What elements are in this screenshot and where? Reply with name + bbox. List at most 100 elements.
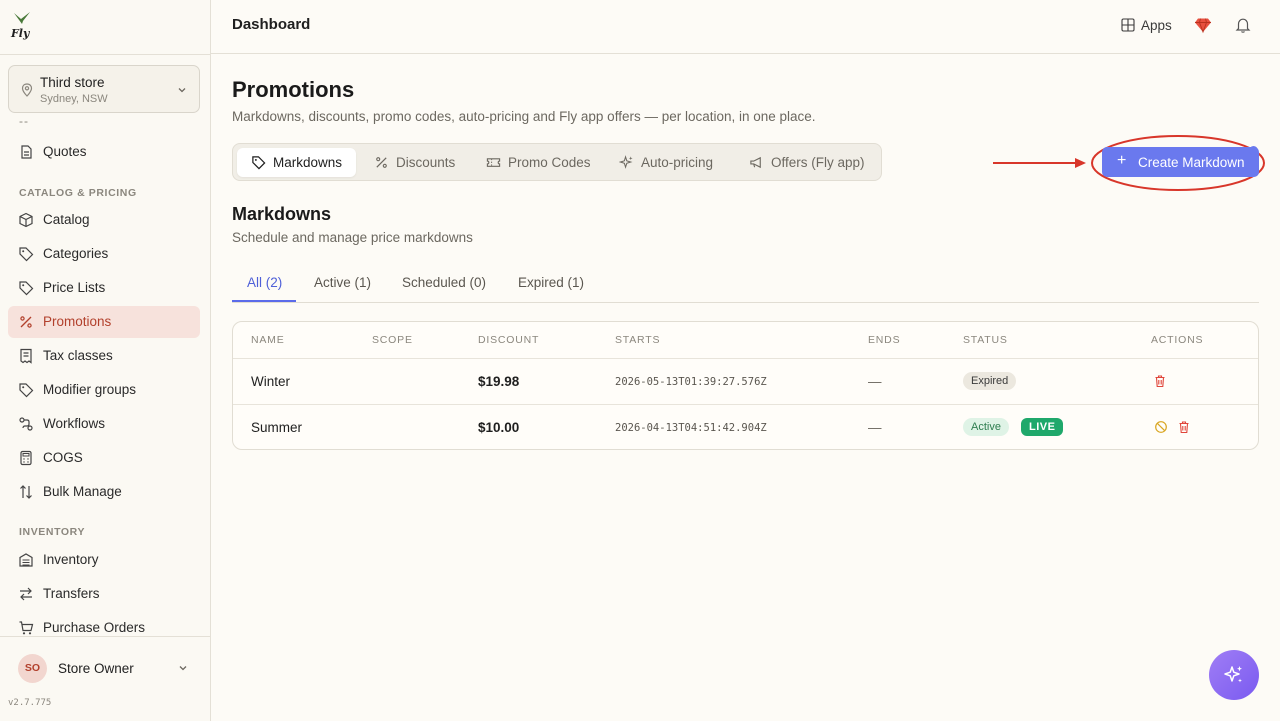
filter-tab-all[interactable]: All (2) [247, 275, 282, 290]
sort-icon [20, 485, 32, 499]
store-location: Sydney, NSW [40, 93, 108, 105]
column-header-status: STATUS [963, 334, 1008, 346]
megaphone-icon [750, 156, 761, 169]
active-tab-underline [232, 300, 296, 302]
tag-icon [19, 281, 34, 296]
trash-icon[interactable] [1177, 420, 1191, 434]
sidebar-item-label: Price Lists [43, 280, 106, 295]
sparkle-icon [1224, 666, 1242, 683]
percent-icon [376, 157, 387, 168]
cell-starts: 2026-05-13T01:39:27.576Z [615, 376, 767, 388]
column-header-discount: DISCOUNT [478, 334, 540, 346]
ticket-icon [486, 158, 501, 167]
filter-tab-scheduled[interactable]: Scheduled (0) [402, 275, 486, 290]
tab-markdowns[interactable]: Markdowns [237, 148, 356, 177]
user-menu[interactable]: SO Store Owner [8, 648, 200, 688]
column-header-starts: STARTS [615, 334, 661, 346]
sidebar-item-label: Tax classes [43, 348, 113, 363]
tag-icon [19, 383, 34, 398]
sidebar-item-label: Modifier groups [43, 382, 137, 397]
sidebar-item-transfers[interactable]: Transfers [8, 578, 200, 610]
live-badge: LIVE [1021, 418, 1064, 436]
tab-label: Offers (Fly app) [771, 155, 865, 170]
gem-icon[interactable] [1194, 16, 1212, 34]
topbar-title: Dashboard [232, 16, 311, 33]
sidebar-item-tax-classes[interactable]: Tax classes [8, 340, 200, 372]
sidebar-item-workflows[interactable]: Workflows [8, 408, 200, 440]
status-badge: Active [963, 418, 1009, 436]
tab-offers-fly-app[interactable]: Offers (Fly app) [735, 148, 875, 177]
cell-discount: $10.00 [478, 420, 520, 435]
sidebar-item-categories[interactable]: Categories [8, 238, 200, 270]
sidebar-item-purchase-orders[interactable]: Purchase Orders [8, 612, 200, 644]
receipt-icon [20, 348, 32, 364]
table-row[interactable]: Summer $10.00 2026-04-13T04:51:42.904Z —… [233, 405, 1258, 450]
cell-ends: — [868, 420, 882, 435]
store-selector[interactable]: Third store Sydney, NSW [8, 65, 200, 113]
section-inventory: INVENTORY [19, 526, 86, 538]
tab-discounts[interactable]: Discounts [360, 148, 468, 177]
section-catalog-pricing: CATALOG & PRICING [19, 187, 137, 199]
avatar: SO [18, 654, 47, 683]
status-badge: Expired [963, 372, 1017, 390]
tab-label: Markdowns [273, 155, 343, 170]
cell-ends: — [868, 374, 882, 389]
filter-tab-active[interactable]: Active (1) [314, 275, 371, 290]
notification-dot [1249, 146, 1258, 155]
sidebar-item-label: Catalog [43, 212, 90, 227]
document-icon [21, 145, 32, 159]
page-subtitle: Markdowns, discounts, promo codes, auto-… [232, 109, 816, 124]
sidebar-item-label: COGS [43, 450, 83, 465]
sidebar-item-inventory[interactable]: Inventory [8, 544, 200, 576]
markdowns-table: NAME SCOPE DISCOUNT STARTS ENDS STATUS A… [232, 321, 1259, 450]
sidebar-item-label: Inventory [43, 552, 99, 567]
chevron-down-icon [178, 88, 186, 93]
warehouse-icon [19, 553, 33, 567]
table-row[interactable]: Winter $19.98 2026-05-13T01:39:27.576Z —… [233, 359, 1258, 404]
plus-icon: + [1117, 152, 1127, 169]
sidebar-item-label: Purchase Orders [43, 620, 146, 635]
cell-name: Winter [251, 374, 291, 389]
trash-icon[interactable] [1153, 374, 1167, 388]
promotion-tabs: Markdowns Discounts Promo Codes Auto-pri… [232, 143, 882, 181]
top-bar: Dashboard Apps [211, 0, 1280, 54]
sidebar-item-modifier-groups[interactable]: Modifier groups [8, 374, 200, 406]
column-header-actions: ACTIONS [1151, 334, 1204, 346]
chevron-down-icon [179, 666, 187, 671]
section-title: Markdowns [232, 204, 332, 224]
sidebar-item-cogs[interactable]: COGS [8, 442, 200, 474]
tag-icon [252, 156, 266, 170]
bell-icon[interactable] [1234, 16, 1252, 34]
tab-label: Promo Codes [508, 155, 591, 170]
tab-label: Discounts [396, 155, 456, 170]
tab-promo-codes[interactable]: Promo Codes [472, 148, 600, 177]
filter-tabs: All (2) Active (1) Scheduled (0) Expired… [232, 265, 1259, 303]
tab-label: Auto-pricing [641, 155, 714, 170]
column-header-name: NAME [251, 334, 285, 346]
sidebar-item-bulk-manage[interactable]: Bulk Manage [8, 476, 200, 508]
workflow-icon [19, 417, 33, 431]
sidebar-item-label: Bulk Manage [43, 484, 122, 499]
create-markdown-button[interactable]: + Create Markdown [1102, 147, 1259, 177]
sidebar-item-label: Workflows [43, 416, 106, 431]
fly-logo[interactable]: Fly [10, 10, 34, 40]
box-icon [19, 212, 33, 228]
cell-name: Summer [251, 420, 303, 435]
transfer-icon [20, 587, 32, 601]
location-pin-icon [21, 83, 33, 97]
annotation-arrow [993, 158, 1086, 168]
percent-icon [20, 316, 32, 328]
sidebar-item-quotes[interactable]: Quotes [8, 136, 200, 168]
sidebar-item-promotions[interactable]: Promotions [8, 306, 200, 338]
column-header-ends: ENDS [868, 334, 901, 346]
ban-icon[interactable] [1154, 420, 1168, 434]
sidebar-item-catalog[interactable]: Catalog [8, 204, 200, 236]
sidebar-item-price-lists[interactable]: Price Lists [8, 272, 200, 304]
tab-auto-pricing[interactable]: Auto-pricing [605, 148, 729, 177]
ai-assistant-button[interactable] [1209, 650, 1259, 700]
calculator-icon [20, 450, 32, 466]
filter-tab-expired[interactable]: Expired (1) [518, 275, 584, 290]
sidebar-item-label: Transfers [43, 586, 100, 601]
grid-icon [1121, 18, 1135, 32]
create-markdown-label: Create Markdown [1138, 155, 1245, 170]
